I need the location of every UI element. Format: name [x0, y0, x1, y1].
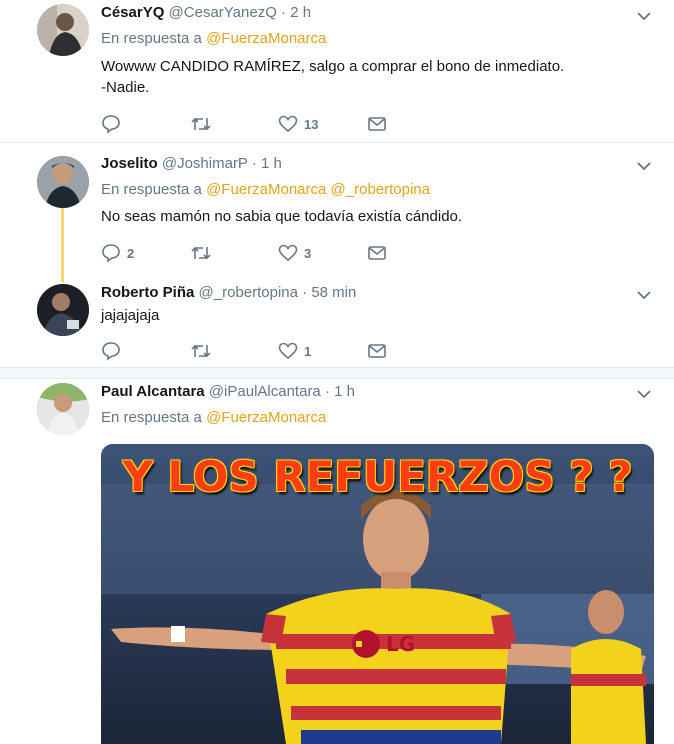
like-icon: [278, 244, 298, 262]
retweet-icon: [191, 344, 211, 358]
dm-icon: [368, 246, 386, 260]
tweet-header: Roberto Piña @_robertopina · 58 min: [101, 284, 356, 302]
reply-count: 2: [127, 245, 135, 261]
like-count: 1: [304, 343, 312, 359]
retweet-icon: [191, 246, 211, 260]
reply-prefix: En respuesta a: [101, 181, 202, 198]
reply-mention[interactable]: @FuerzaMonarca: [206, 181, 326, 198]
reply-button[interactable]: 2: [101, 242, 134, 264]
meme-caption: Y LOS REFUERZOS ? ?: [122, 452, 633, 501]
retweet-button[interactable]: [190, 242, 212, 264]
retweet-icon: [191, 117, 211, 131]
like-button[interactable]: 13: [278, 113, 318, 135]
tweet-text-line: -Nadie.: [101, 79, 150, 96]
reply-prefix: En respuesta a: [101, 409, 202, 426]
like-button[interactable]: 3: [278, 242, 311, 264]
chevron-down-icon[interactable]: [636, 8, 652, 24]
like-button[interactable]: 1: [278, 340, 311, 362]
timestamp[interactable]: 1 h: [261, 155, 282, 172]
tweet-text-line: jajajajaja: [101, 307, 160, 324]
reply-prefix: En respuesta a: [101, 30, 202, 47]
display-name[interactable]: Roberto Piña: [101, 284, 194, 301]
user-handle[interactable]: @CesarYanezQ: [169, 4, 277, 21]
dm-icon: [368, 117, 386, 131]
conversation-divider: [0, 367, 674, 379]
reply-button[interactable]: [101, 340, 121, 362]
reply-icon: [102, 342, 120, 361]
separator-dot: ·: [281, 4, 287, 21]
display-name[interactable]: Paul Alcantara: [101, 383, 205, 400]
tweet-divider: [0, 142, 674, 143]
reply-context: En respuesta a @FuerzaMonarca @_robertop…: [101, 181, 430, 199]
reply-button[interactable]: [101, 113, 121, 135]
tweet-actions: 13: [101, 113, 401, 135]
reply-context: En respuesta a @FuerzaMonarca: [101, 409, 326, 427]
like-icon: [278, 342, 298, 360]
retweet-button[interactable]: [190, 113, 212, 135]
display-name[interactable]: CésarYQ: [101, 4, 164, 21]
separator-dot: ·: [302, 284, 308, 301]
dm-button[interactable]: [367, 113, 387, 135]
avatar[interactable]: [37, 383, 89, 435]
separator-dot: ·: [251, 155, 257, 172]
tweet-actions: 2 3: [101, 242, 401, 264]
chevron-down-icon[interactable]: [636, 287, 652, 303]
like-icon: [278, 115, 298, 133]
tweet-actions: 1: [101, 340, 401, 362]
avatar[interactable]: [37, 284, 89, 336]
timestamp[interactable]: 58 min: [311, 284, 356, 301]
avatar[interactable]: [37, 156, 89, 208]
reply-mention[interactable]: @FuerzaMonarca: [206, 409, 326, 426]
jersey-sponsor: LG: [386, 632, 415, 656]
timestamp[interactable]: 1 h: [334, 383, 355, 400]
user-handle[interactable]: @JoshimarP: [162, 155, 248, 172]
reply-mention[interactable]: @FuerzaMonarca: [206, 30, 326, 47]
dm-icon: [368, 344, 386, 358]
dm-button[interactable]: [367, 340, 387, 362]
tweet-text-line: No seas mamón no sabia que todavía exist…: [101, 208, 463, 225]
reply-context: En respuesta a @FuerzaMonarca: [101, 30, 326, 48]
avatar-image: [37, 383, 89, 435]
display-name[interactable]: Joselito: [101, 155, 158, 172]
user-handle[interactable]: @_robertopina: [199, 284, 298, 301]
tweet-header: Paul Alcantara @iPaulAlcantara · 1 h: [101, 383, 355, 401]
like-count: 3: [304, 245, 312, 261]
thread-line: [61, 208, 64, 282]
reply-icon: [102, 244, 120, 263]
tweet-media-image[interactable]: LG Y LOS REFUERZOS ? ?: [101, 444, 654, 744]
avatar-image: [37, 156, 89, 208]
avatar-image: [37, 4, 89, 56]
user-handle[interactable]: @iPaulAlcantara: [209, 383, 321, 400]
tweet-text-line: Wowww CANDIDO RAMÍREZ, salgo a comprar e…: [101, 58, 565, 75]
dm-button[interactable]: [367, 242, 387, 264]
like-count: 13: [304, 116, 319, 132]
tweet-header: Joselito @JoshimarP · 1 h: [101, 155, 282, 173]
avatar-image: [37, 284, 89, 336]
separator-dot: ·: [324, 383, 330, 400]
timestamp[interactable]: 2 h: [290, 4, 311, 21]
chevron-down-icon[interactable]: [636, 158, 652, 174]
retweet-button[interactable]: [190, 340, 212, 362]
reply-icon: [102, 115, 120, 134]
reply-mention[interactable]: @_robertopina: [331, 181, 430, 198]
avatar[interactable]: [37, 4, 89, 56]
chevron-down-icon[interactable]: [636, 386, 652, 402]
tweet-header: CésarYQ @CesarYanezQ · 2 h: [101, 4, 311, 22]
